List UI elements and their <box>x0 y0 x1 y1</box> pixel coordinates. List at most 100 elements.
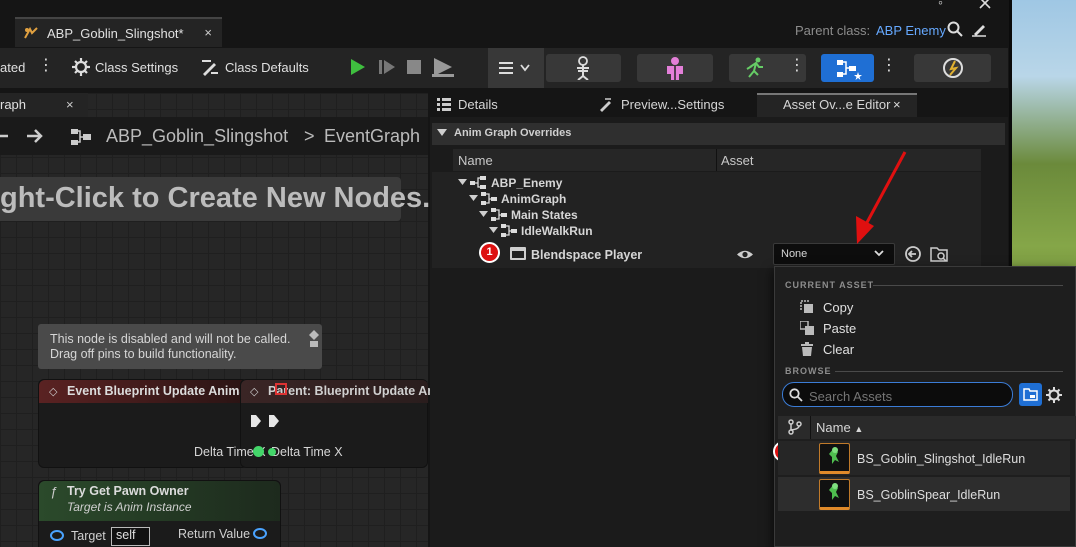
graph-hint-text: ght-Click to Create New Nodes. <box>0 182 431 214</box>
object-pin-icon-2[interactable] <box>253 528 267 539</box>
tree-item-abp-enemy[interactable]: ABP_Enemy <box>491 176 562 190</box>
eject-icon[interactable] <box>432 57 454 77</box>
eye-icon[interactable] <box>736 249 754 260</box>
parent-class-label: Parent class: <box>795 23 871 38</box>
function-icon: ƒ <box>50 484 58 499</box>
tooltip-line-1: This node is disabled and will not be ca… <box>50 332 291 346</box>
pin-icon[interactable] <box>309 330 319 348</box>
tree-expand-icon-4[interactable] <box>489 227 498 234</box>
column-divider[interactable] <box>716 149 717 171</box>
tree-item-animgraph[interactable]: AnimGraph <box>501 192 566 206</box>
tree-expand-icon-3[interactable] <box>479 211 488 218</box>
state-icon <box>501 224 517 237</box>
parent-class-link[interactable]: ABP Enemy <box>876 23 946 38</box>
tooltip-line-2: Drag off pins to build functionality. <box>50 347 237 361</box>
state-machine-icon <box>491 208 507 221</box>
kebab-menu-icon-3[interactable]: ⋮ <box>881 58 897 74</box>
details-icon <box>437 98 451 111</box>
asset-list-name-column[interactable]: Name ▲ <box>816 420 863 435</box>
tree-expand-icon-2[interactable] <box>469 195 478 202</box>
blendspace-thumbnail-icon-2 <box>819 479 850 510</box>
anim-graph-node-icon-2 <box>481 192 497 205</box>
tab-close-icon[interactable]: × <box>204 25 212 40</box>
exec-pins-icon[interactable] <box>250 414 284 428</box>
column-divider-2[interactable] <box>810 416 811 439</box>
annotation-arrow <box>856 151 907 244</box>
window-icon[interactable]: ◦ <box>938 0 943 10</box>
sort-ascending-icon: ▲ <box>854 424 864 434</box>
toolbar-truncated-label[interactable]: ated <box>0 60 25 75</box>
node-title-3: Try Get Pawn Owner <box>67 484 189 498</box>
paste-icon <box>800 321 814 335</box>
target-input[interactable]: self <box>111 527 150 546</box>
float-pin-icon-2[interactable] <box>268 448 276 456</box>
red-square-icon <box>275 383 287 395</box>
graph-nodes-icon <box>837 60 862 80</box>
use-selected-asset-icon[interactable] <box>904 245 922 263</box>
close-window-icon[interactable] <box>978 0 992 10</box>
tab-graph[interactable]: raph <box>0 93 88 117</box>
class-defaults-button[interactable]: Class Defaults <box>225 60 309 75</box>
anim-graph-node-icon <box>470 176 486 189</box>
event-diamond-icon-2: ◇ <box>250 386 259 398</box>
kebab-menu-icon[interactable]: ⋮ <box>38 58 54 74</box>
pencil-icon[interactable] <box>971 21 987 37</box>
chevron-down-icon <box>874 250 884 257</box>
event-diamond-icon: ◇ <box>49 386 58 398</box>
column-name[interactable]: Name <box>458 153 493 168</box>
tree-item-idlewalkrun[interactable]: IdleWalkRun <box>521 224 593 238</box>
tab-details[interactable]: Details <box>458 97 498 112</box>
column-asset[interactable]: Asset <box>721 153 754 168</box>
settings-gear-icon[interactable] <box>1046 387 1062 403</box>
tree-item-blendspace-player[interactable]: Blendspace Player <box>531 248 642 262</box>
asset-tab-close-icon[interactable]: × <box>893 97 901 112</box>
menu-item-paste[interactable]: Paste <box>823 321 856 336</box>
blendspace-thumbnail-icon <box>819 443 850 474</box>
name-column-label: Name <box>816 420 851 435</box>
pencil-icon-2 <box>600 98 611 112</box>
event-graph-canvas[interactable] <box>0 93 428 547</box>
target-pin-label: Target <box>71 529 106 543</box>
gear-icon <box>72 58 90 76</box>
search-assets-input[interactable] <box>782 382 1013 407</box>
tree-item-main-states[interactable]: Main States <box>511 208 578 222</box>
anim-blueprint-icon <box>24 26 38 39</box>
section-title: Anim Graph Overrides <box>454 127 572 139</box>
breadcrumb-item-blueprint[interactable]: ABP_Goblin_Slingshot <box>106 126 288 147</box>
browse-asset-icon[interactable] <box>930 245 948 263</box>
stop-icon[interactable] <box>406 59 422 75</box>
forward-arrow-icon[interactable] <box>26 128 44 144</box>
hamburger-chevron-icon <box>499 62 530 74</box>
node-title: Event Blueprint Update Animatio <box>67 384 245 398</box>
kebab-menu-icon-2[interactable]: ⋮ <box>789 58 805 74</box>
skeleton-icon <box>577 56 589 80</box>
delta-time-pin-label-2: Delta Time X <box>271 445 343 459</box>
tab-preview-settings[interactable]: Preview...Settings <box>621 97 724 112</box>
class-settings-button[interactable]: Class Settings <box>95 60 178 75</box>
physics-icon <box>943 58 963 78</box>
graph-tab-close-icon[interactable]: × <box>66 97 74 112</box>
back-arrow-icon[interactable] <box>0 128 10 144</box>
tab-title: ABP_Goblin_Slingshot* <box>47 25 184 41</box>
search-icon-2 <box>789 388 803 402</box>
breadcrumb-item-eventgraph[interactable]: EventGraph <box>324 126 420 147</box>
node-title-2: Parent: Blueprint Update An <box>268 384 435 398</box>
divider-2 <box>835 371 1063 372</box>
node-subtitle: Target is Anim Instance <box>67 500 192 514</box>
object-pin-icon[interactable] <box>50 530 64 541</box>
annotation-badge-1: 1 <box>479 242 500 263</box>
tab-asset-editor[interactable]: ABP_Goblin_Slingshot* × <box>15 17 222 47</box>
menu-item-clear[interactable]: Clear <box>823 342 854 357</box>
menu-item-copy[interactable]: Copy <box>823 300 853 315</box>
browse-header: BROWSE <box>785 366 832 376</box>
tree-expand-icon[interactable] <box>458 179 467 186</box>
play-icon[interactable] <box>349 58 367 76</box>
asset-name: BS_Goblin_Slingshot_IdleRun <box>857 452 1026 466</box>
tab-asset-override-label[interactable]: Asset Ov...e Editor <box>783 97 890 112</box>
collapse-triangle-icon[interactable] <box>437 129 447 137</box>
float-pin-icon[interactable] <box>253 446 264 457</box>
anim-graph-icon <box>71 129 91 145</box>
source-control-branch-icon[interactable] <box>787 419 803 435</box>
step-icon[interactable] <box>378 58 396 76</box>
search-icon[interactable] <box>947 21 963 37</box>
